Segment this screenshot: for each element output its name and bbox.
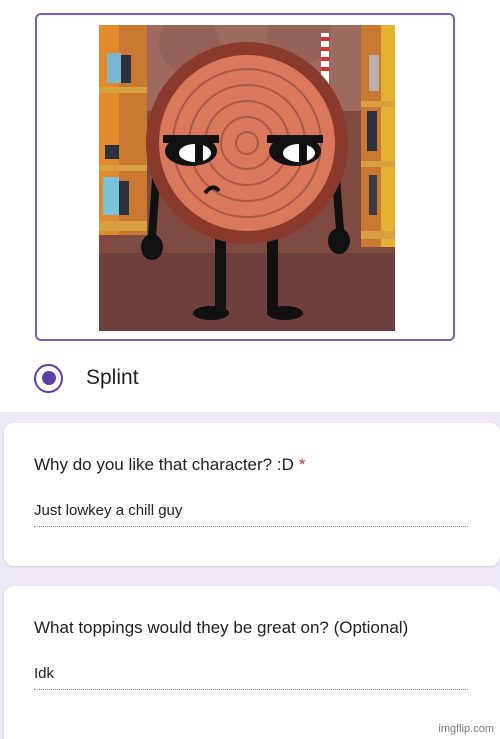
- answer-input[interactable]: Just lowkey a chill guy: [34, 501, 468, 527]
- question-card-toppings: What toppings would they be great on? (O…: [4, 586, 500, 739]
- character-image: [99, 25, 395, 331]
- question-text: What toppings would they be great on? (O…: [34, 618, 409, 637]
- required-marker: *: [298, 455, 306, 474]
- option-image-frame[interactable]: [35, 13, 455, 341]
- question-card-why: Why do you like that character? :D * Just…: [4, 423, 500, 566]
- answer-input[interactable]: Idk: [34, 664, 468, 690]
- question-title: Why do you like that character? :D *: [34, 455, 305, 475]
- radio-dot: [41, 371, 56, 385]
- option-label: Splint: [86, 366, 139, 389]
- radio-button-selected[interactable]: [34, 363, 63, 393]
- option-card: Splint: [0, 0, 500, 412]
- question-text: Why do you like that character? :D: [34, 455, 294, 474]
- question-title: What toppings would they be great on? (O…: [34, 618, 408, 638]
- option-splint[interactable]: Splint: [34, 361, 139, 395]
- watermark: imgflip.com: [438, 723, 494, 735]
